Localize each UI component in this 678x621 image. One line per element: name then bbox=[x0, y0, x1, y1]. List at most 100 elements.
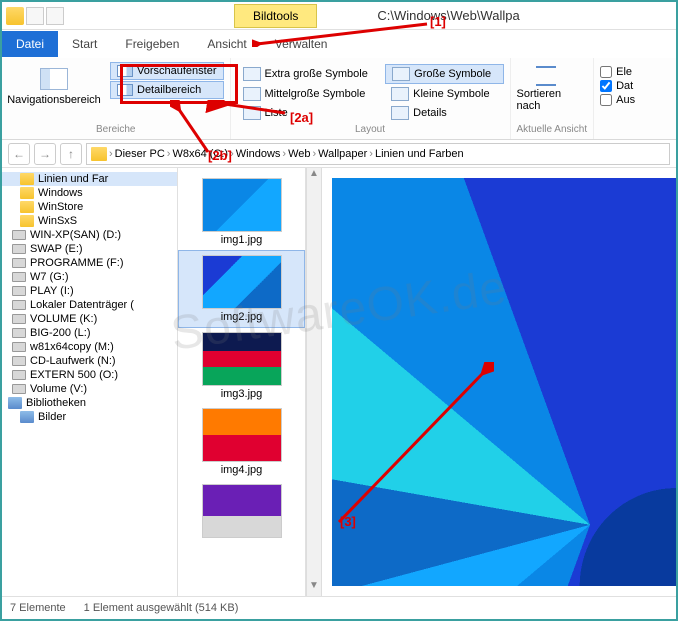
folder-icon bbox=[20, 215, 34, 227]
drive-icon bbox=[12, 300, 26, 310]
tree-drive[interactable]: VOLUME (K:) bbox=[2, 312, 177, 326]
icons-icon bbox=[392, 67, 410, 81]
tree-drive[interactable]: Lokaler Datenträger ( bbox=[2, 298, 177, 312]
navpane-label: Navigationsbereich bbox=[7, 94, 101, 106]
qat-button[interactable] bbox=[46, 7, 64, 25]
breadcrumb-item[interactable]: Web bbox=[288, 148, 310, 160]
navigationsbereich-button[interactable]: Navigationsbereich bbox=[8, 62, 100, 106]
drive-icon bbox=[12, 230, 26, 240]
tree-libraries[interactable]: Bibliotheken bbox=[2, 396, 177, 410]
checkbox-option[interactable]: Dat bbox=[600, 80, 635, 92]
drive-icon bbox=[12, 272, 26, 282]
tree-drive[interactable]: BIG-200 (L:) bbox=[2, 326, 177, 340]
tree-drive[interactable]: W7 (G:) bbox=[2, 270, 177, 284]
tree-drive[interactable]: Volume (V:) bbox=[2, 382, 177, 396]
status-selection: 1 Element ausgewählt (514 KB) bbox=[84, 602, 239, 614]
file-item[interactable] bbox=[178, 480, 305, 542]
label: Mittelgroße Symbole bbox=[265, 88, 366, 100]
back-button[interactable]: ← bbox=[8, 143, 30, 165]
label: WinStore bbox=[38, 201, 83, 213]
view-large-icons[interactable]: Große Symbole bbox=[385, 64, 503, 84]
navigation-tree[interactable]: Linien und Far Windows WinStore WinSxS W… bbox=[2, 168, 178, 596]
breadcrumb-item[interactable]: Dieser PC bbox=[115, 148, 165, 160]
tree-drive[interactable]: EXTERN 500 (O:) bbox=[2, 368, 177, 382]
thumbnail-icon bbox=[202, 332, 282, 386]
label: Liste bbox=[265, 107, 288, 119]
tree-drive[interactable]: CD-Laufwerk (N:) bbox=[2, 354, 177, 368]
preview-pane bbox=[322, 168, 676, 596]
tab-ansicht[interactable]: Ansicht bbox=[193, 31, 260, 57]
breadcrumb-item[interactable]: W8x64 (C:) bbox=[172, 148, 228, 160]
tree-drive[interactable]: w81x64copy (M:) bbox=[2, 340, 177, 354]
view-medium-icons[interactable]: Mittelgroße Symbole bbox=[237, 85, 380, 103]
tree-drive[interactable]: WIN-XP(SAN) (D:) bbox=[2, 228, 177, 242]
tab-start[interactable]: Start bbox=[58, 31, 111, 57]
detailbereich-button[interactable]: Detailbereich bbox=[110, 81, 224, 99]
thumbnail-icon bbox=[202, 178, 282, 232]
scroll-down-icon[interactable]: ▼ bbox=[307, 580, 321, 596]
label: Bilder bbox=[38, 411, 66, 423]
icons-icon bbox=[243, 67, 261, 81]
file-list: img1.jpg img2.jpg img3.jpg img4.jpg ▲ ▼ bbox=[178, 168, 676, 596]
label: W7 (G:) bbox=[30, 271, 69, 283]
tree-library[interactable]: Bilder bbox=[2, 410, 177, 424]
breadcrumb-item[interactable]: Wallpaper bbox=[318, 148, 367, 160]
view-list[interactable]: Liste bbox=[237, 104, 380, 122]
breadcrumb[interactable]: › Dieser PC› W8x64 (C:)› Windows› Web› W… bbox=[86, 143, 670, 165]
up-button[interactable]: ↑ bbox=[60, 143, 82, 165]
library-icon bbox=[8, 397, 22, 409]
label: Linien und Far bbox=[38, 173, 108, 185]
vorschaufenster-button[interactable]: Vorschaufenster bbox=[110, 62, 224, 80]
qat-button[interactable] bbox=[26, 7, 44, 25]
tree-folder[interactable]: Windows bbox=[2, 186, 177, 200]
drive-icon bbox=[12, 328, 26, 338]
group-label-bereiche: Bereiche bbox=[8, 122, 224, 135]
tree-folder[interactable]: Linien und Far bbox=[2, 172, 177, 186]
file-item[interactable]: img4.jpg bbox=[178, 404, 305, 480]
label: Volume (V:) bbox=[30, 383, 87, 395]
tab-datei[interactable]: Datei bbox=[2, 31, 58, 57]
view-extra-large-icons[interactable]: Extra große Symbole bbox=[237, 64, 380, 84]
folder-icon bbox=[20, 187, 34, 199]
navpane-icon bbox=[40, 68, 68, 90]
label: Ele bbox=[616, 66, 632, 78]
contextual-tab-bildtools[interactable]: Bildtools bbox=[234, 4, 317, 28]
view-small-icons[interactable]: Kleine Symbole bbox=[385, 85, 503, 103]
tree-drive[interactable]: PLAY (I:) bbox=[2, 284, 177, 298]
label: BIG-200 (L:) bbox=[30, 327, 91, 339]
checkbox-option[interactable]: Ele bbox=[600, 66, 635, 78]
tree-folder[interactable]: WinStore bbox=[2, 200, 177, 214]
folder-icon bbox=[20, 173, 34, 185]
file-item[interactable]: img1.jpg bbox=[178, 174, 305, 250]
label: Kleine Symbole bbox=[413, 88, 489, 100]
tree-drive[interactable]: SWAP (E:) bbox=[2, 242, 177, 256]
group-label-layout: Layout bbox=[237, 122, 504, 135]
label: Lokaler Datenträger ( bbox=[30, 299, 134, 311]
preview-pane-icon bbox=[117, 65, 133, 77]
thumbnail-icon bbox=[202, 408, 282, 462]
tab-verwalten[interactable]: Verwalten bbox=[261, 31, 342, 57]
view-details[interactable]: Details bbox=[385, 104, 503, 122]
scroll-up-icon[interactable]: ▲ bbox=[307, 168, 321, 184]
thumbnail-icon bbox=[202, 255, 282, 309]
scrollbar[interactable]: ▲ ▼ bbox=[306, 168, 322, 596]
icons-icon bbox=[391, 87, 409, 101]
tree-drive[interactable]: PROGRAMME (F:) bbox=[2, 256, 177, 270]
tab-freigeben[interactable]: Freigeben bbox=[111, 31, 193, 57]
thumbnails-column[interactable]: img1.jpg img2.jpg img3.jpg img4.jpg bbox=[178, 168, 306, 596]
checkbox-option[interactable]: Aus bbox=[600, 94, 635, 106]
tree-folder[interactable]: WinSxS bbox=[2, 214, 177, 228]
label: SWAP (E:) bbox=[30, 243, 83, 255]
file-item-selected[interactable]: img2.jpg bbox=[178, 250, 305, 328]
status-item-count: 7 Elemente bbox=[10, 602, 66, 614]
label: CD-Laufwerk (N:) bbox=[30, 355, 116, 367]
breadcrumb-item[interactable]: Linien und Farben bbox=[375, 148, 464, 160]
file-item[interactable]: img3.jpg bbox=[178, 328, 305, 404]
label: Dat bbox=[616, 80, 633, 92]
drive-icon bbox=[12, 370, 26, 380]
label: Windows bbox=[38, 187, 83, 199]
sort-button[interactable]: Sortieren nach bbox=[517, 62, 575, 112]
drive-icon bbox=[12, 342, 26, 352]
breadcrumb-item[interactable]: Windows bbox=[236, 148, 281, 160]
forward-button[interactable]: → bbox=[34, 143, 56, 165]
